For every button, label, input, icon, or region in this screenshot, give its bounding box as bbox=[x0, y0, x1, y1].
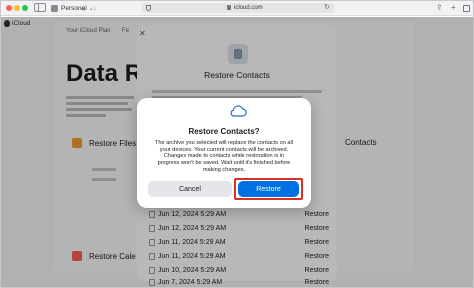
profile-selector[interactable]: Personal ⌄ bbox=[51, 2, 94, 14]
close-window-button[interactable] bbox=[6, 5, 12, 11]
profile-icon bbox=[51, 4, 58, 12]
icloud-icon bbox=[230, 105, 247, 117]
lock-icon bbox=[227, 5, 231, 10]
minimize-window-button[interactable] bbox=[14, 5, 20, 11]
dialog-title: Restore Contacts? bbox=[188, 127, 260, 136]
new-tab-icon[interactable]: + bbox=[451, 3, 456, 13]
privacy-shield-icon[interactable] bbox=[146, 5, 151, 11]
browser-toolbar: Personal ⌄ ‹ › icloud.com ↻ ⇪ + bbox=[0, 0, 474, 16]
forward-arrow-icon[interactable]: › bbox=[93, 2, 96, 14]
back-arrow-icon[interactable]: ‹ bbox=[81, 2, 84, 14]
sidebar-toggle-icon[interactable] bbox=[34, 3, 46, 12]
address-bar[interactable]: icloud.com ↻ bbox=[142, 3, 334, 13]
url-text: icloud.com bbox=[234, 5, 263, 11]
share-icon[interactable]: ⇪ bbox=[436, 3, 443, 13]
reload-icon[interactable]: ↻ bbox=[324, 3, 330, 13]
cancel-button[interactable]: Cancel bbox=[148, 181, 232, 197]
annotation-highlight-box bbox=[234, 178, 303, 200]
dialog-message: The archive you selected will replace th… bbox=[154, 140, 294, 173]
tab-overview-icon[interactable] bbox=[463, 5, 470, 12]
zoom-window-button[interactable] bbox=[22, 5, 28, 11]
